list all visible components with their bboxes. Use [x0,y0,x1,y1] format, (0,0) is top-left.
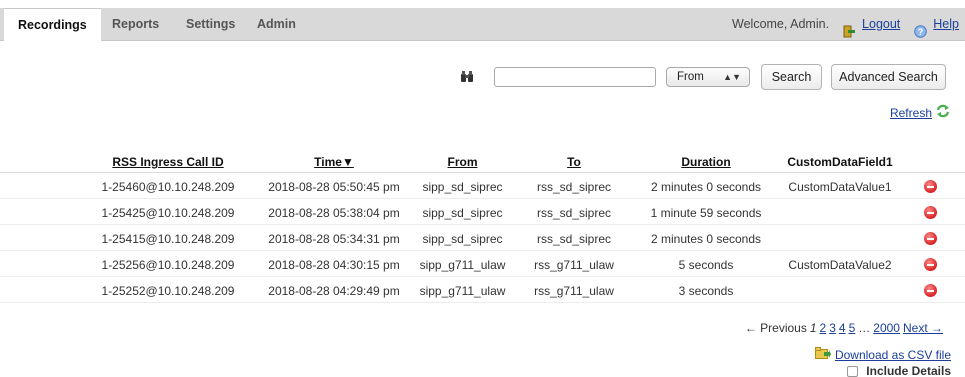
search-field-select[interactable]: From ▲▼ [666,67,750,87]
cell-call-id: 1-25252@10.10.248.209 [101,284,235,298]
cell-time: 2018-08-28 05:38:04 pm [268,206,400,220]
pagination-page-2[interactable]: 2 [820,321,827,335]
pagination-ellipsis: … [858,321,871,335]
delete-icon[interactable] [924,284,937,297]
pagination-page-3[interactable]: 3 [829,321,836,335]
refresh-icon[interactable] [935,104,951,121]
cell-custom-data: CustomDataValue2 [788,258,892,272]
cell-time: 2018-08-28 05:34:31 pm [268,232,400,246]
binoculars-icon [460,71,474,83]
column-header-custom-data: CustomDataField1 [787,155,893,169]
cell-call-id: 1-25256@10.10.248.209 [101,258,235,272]
include-details-label: Include Details [866,364,951,377]
logout-icon[interactable] [843,18,856,38]
download-csv-link[interactable]: Download as CSV file [835,348,951,362]
cell-to: rss_g711_ulaw [534,258,614,272]
column-header-call-id[interactable]: RSS Ingress Call ID [80,155,256,169]
cell-custom-data: CustomDataValue1 [788,180,892,194]
download-csv[interactable]: Download as CSV file [814,347,951,362]
help-icon[interactable]: ? [914,18,928,38]
cell-duration: 2 minutes 0 seconds [650,180,762,194]
table-row[interactable]: 1-25256@10.10.248.209 2018-08-28 04:30:1… [0,251,965,277]
logout-link[interactable]: Logout [862,8,900,41]
user-menu: Welcome, Admin. Logout ? Help [732,8,959,41]
search-button[interactable]: Search [761,64,822,90]
download-icon[interactable] [814,347,831,362]
cell-to: rss_sd_siprec [536,206,612,220]
cell-duration: 1 minute 59 seconds [650,206,762,220]
column-header-duration[interactable]: Duration [636,155,776,169]
table-row[interactable]: 1-25460@10.10.248.209 2018-08-28 05:50:4… [0,173,965,199]
tab-settings[interactable]: Settings [186,8,235,41]
cell-from: sipp_g711_ulaw [419,284,506,298]
column-header-from[interactable]: From [410,155,515,169]
recordings-table: RSS Ingress Call ID Time▼ From To Durati… [0,152,965,303]
cell-call-id: 1-25415@10.10.248.209 [101,232,235,246]
top-nav-bar: Recordings Reports Settings Admin Welcom… [0,8,965,42]
table-row[interactable]: 1-25425@10.10.248.209 2018-08-28 05:38:0… [0,199,965,225]
include-details-checkbox[interactable] [847,365,859,377]
cell-call-id: 1-25425@10.10.248.209 [101,206,235,220]
pagination-next[interactable]: Next → [903,321,943,335]
cell-duration: 3 seconds [678,284,734,298]
cell-time: 2018-08-28 04:30:15 pm [268,258,400,272]
advanced-search-button[interactable]: Advanced Search [831,64,946,90]
delete-icon[interactable] [924,258,937,271]
table-row[interactable]: 1-25252@10.10.248.209 2018-08-28 04:29:4… [0,277,965,303]
table-header-row: RSS Ingress Call ID Time▼ From To Durati… [0,152,965,173]
include-details-option[interactable]: Include Details [847,364,951,377]
column-header-time[interactable]: Time▼ [264,155,404,169]
search-input[interactable] [494,67,656,87]
refresh-link[interactable]: Refresh [890,106,932,120]
cell-from: sipp_sd_siprec [422,206,503,220]
cell-to: rss_sd_siprec [536,232,612,246]
svg-text:?: ? [918,27,924,37]
tab-recordings[interactable]: Recordings [4,8,101,42]
search-area: From ▲▼ Search Advanced Search [0,64,965,94]
refresh-control[interactable]: Refresh [890,104,951,121]
pagination-current-page: 1 [809,321,817,335]
pagination-last-page[interactable]: 2000 [873,321,900,335]
table-row[interactable]: 1-25415@10.10.248.209 2018-08-28 05:34:3… [0,225,965,251]
pagination-page-4[interactable]: 4 [839,321,846,335]
tab-reports[interactable]: Reports [112,8,159,41]
cell-duration: 2 minutes 0 seconds [650,232,762,246]
pagination-page-5[interactable]: 5 [849,321,856,335]
pagination: ← Previous 1 2 3 4 5 … 2000 Next → [745,321,943,335]
cell-from: sipp_sd_siprec [422,180,503,194]
help-link[interactable]: Help [933,8,959,41]
cell-time: 2018-08-28 05:50:45 pm [268,180,400,194]
search-field-selected-value: From [677,71,704,83]
cell-duration: 5 seconds [678,258,734,272]
tab-admin[interactable]: Admin [257,8,296,41]
delete-icon[interactable] [924,206,937,219]
cell-time: 2018-08-28 04:29:49 pm [268,284,400,298]
cell-to: rss_g711_ulaw [534,284,614,298]
cell-call-id: 1-25460@10.10.248.209 [101,180,235,194]
delete-icon[interactable] [924,232,937,245]
cell-from: sipp_g711_ulaw [419,258,506,272]
pagination-previous: ← Previous [744,321,807,335]
cell-from: sipp_sd_siprec [422,232,503,246]
select-arrows-icon: ▲▼ [723,72,741,82]
column-header-to[interactable]: To [524,155,624,169]
welcome-text: Welcome, Admin. [732,17,830,31]
delete-icon[interactable] [924,180,937,193]
cell-to: rss_sd_siprec [536,180,612,194]
